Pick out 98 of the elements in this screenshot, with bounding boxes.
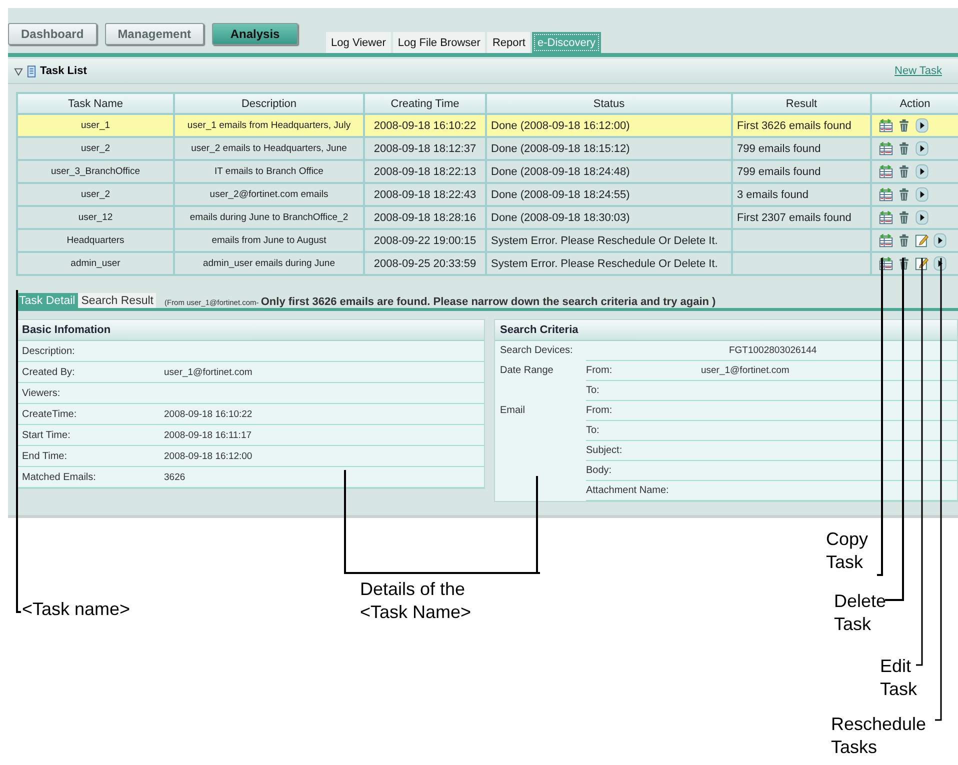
field-label: End Time: (22, 450, 68, 462)
play-icon[interactable] (915, 118, 929, 133)
collapse-icon[interactable] (14, 66, 23, 76)
table-cell: emails from June to August (212, 235, 326, 246)
field-label: Matched Emails: (22, 472, 97, 482)
detail-tab[interactable]: Search Result (78, 293, 156, 308)
field-label: From: (586, 405, 614, 416)
sub-tab[interactable]: Log File Browser (392, 32, 486, 53)
table-cell: Done (2008-09-18 18:24:55) (491, 188, 630, 200)
field-label: Description: (22, 346, 76, 356)
field-label: CreateTime: (22, 408, 78, 420)
table-cell: 2008-09-25 20:33:59 (374, 258, 476, 270)
task-row[interactable]: user_1 user_1 emails from Headquarters, July 2008-09-18 16:10:22 Done (2008-09-18 16:12:00) First 3626 emails found (16, 115, 958, 138)
field-label: Created By: (22, 366, 76, 378)
play-icon[interactable] (915, 187, 929, 202)
column-header: Creating Time (363, 94, 485, 113)
task-row[interactable]: user_12 emails during June to BranchOffice_2 2008-09-18 18:28:16 Done (2008-09-18 18:30:03) First 2307 emails found (16, 207, 958, 230)
table-cell: Done (2008-09-18 18:24:48) (491, 166, 630, 178)
field-value: user_1@fortinet.com (164, 366, 252, 378)
field-label: Viewers: (22, 388, 62, 398)
table-cell: 2008-09-18 16:10:22 (374, 120, 476, 132)
field-label: Email (500, 405, 525, 416)
annotation-label: Delete Task (834, 590, 886, 636)
document-icon (27, 64, 36, 78)
play-icon[interactable] (933, 233, 947, 248)
task-row[interactable]: user_2 user_2 emails to Headquarters, June 2008-09-18 18:12:37 Done (2008-09-18 18:15:12) 799 emails found (16, 138, 958, 161)
table-cell: 799 emails found (737, 166, 821, 178)
field-label: Subject: (586, 445, 624, 456)
table-cell: 2008-09-18 18:22:13 (374, 166, 476, 178)
table-cell: user_1 (80, 120, 110, 131)
field-label: To: (586, 425, 600, 436)
nav-tab[interactable]: Dashboard (8, 23, 97, 45)
table-cell: Done (2008-09-18 16:12:00) (491, 120, 630, 132)
table-cell: First 2307 emails found (737, 212, 852, 224)
field-value: FGT1002803026144 (728, 345, 817, 356)
field-value: 2008-09-18 16:11:17 (164, 430, 252, 440)
task-row[interactable]: user_2 user_2@fortinet.com emails 2008-09-18 18:22:43 Done (2008-09-18 18:24:55) 3 emails found (16, 184, 958, 207)
table-cell: Done (2008-09-18 18:15:12) (491, 142, 630, 154)
table-cell: 2008-09-18 18:22:43 (374, 188, 476, 200)
table-cell: System Error. Please Reschedule Or Delete It. (491, 258, 718, 270)
annotation-label: <Task name> (22, 598, 130, 621)
table-cell: Headquarters (66, 235, 124, 246)
column-header: Action (870, 94, 958, 113)
field-label: Date Range (500, 365, 554, 376)
table-cell: 2008-09-22 19:00:15 (374, 234, 476, 246)
task-row[interactable]: Headquarters emails from June to August 2008-09-22 19:00:15 System Error. Please Reschedule Or Delete It. (16, 230, 958, 253)
column-header: Result (731, 94, 870, 113)
table-cell: user_2@fortinet.com emails (210, 189, 328, 200)
table-cell: 799 emails found (737, 142, 821, 154)
table-cell: user_3_BranchOffice (50, 166, 140, 177)
panel-header: Basic Infomation (17, 320, 484, 341)
play-icon[interactable] (915, 141, 929, 156)
column-header: Task Name (16, 94, 173, 113)
play-icon[interactable] (933, 256, 947, 271)
table-cell: IT emails to Branch Office (214, 166, 324, 177)
field-label: Start Time: (22, 430, 72, 440)
field-value: 2008-09-18 16:12:00 (164, 450, 252, 462)
annotation-label: Edit Task (880, 655, 918, 701)
field-label: From: (586, 365, 614, 376)
field-label: Search Devices: (500, 345, 573, 356)
field-value: 2008-09-18 16:10:22 (164, 408, 252, 420)
task-row[interactable]: user_3_BranchOffice IT emails to Branch Office 2008-09-18 18:22:13 Done (2008-09-18 18:24:48) 799 emails found (16, 161, 958, 184)
table-cell: emails during June to BranchOffice_2 (190, 212, 348, 223)
copy-icon[interactable] (879, 256, 893, 271)
column-header: Description (173, 94, 363, 113)
play-icon[interactable] (915, 164, 929, 179)
sub-tab[interactable]: Log Viewer (326, 32, 391, 53)
table-cell: 2008-09-18 18:28:16 (374, 212, 476, 224)
column-header: Status (485, 94, 731, 113)
trash-icon[interactable] (897, 256, 911, 271)
table-cell: admin_user emails during June (202, 258, 336, 269)
table-cell: user_1 emails from Headquarters, July (187, 120, 351, 131)
field-value: user_1@fortinet.com (700, 365, 790, 376)
table-cell: user_2 (80, 143, 110, 154)
table-cell: 2008-09-18 18:12:37 (374, 142, 476, 154)
section-title: Task List (40, 65, 87, 77)
field-label: Attachment Name: (586, 485, 670, 496)
play-icon[interactable] (915, 210, 929, 225)
table-cell: System Error. Please Reschedule Or Delete It. (491, 234, 718, 246)
task-row[interactable]: admin_user admin_user emails during June 2008-09-25 20:33:59 System Error. Please Reschedule Or Delete It. (16, 253, 958, 276)
field-value: 3626 (164, 472, 186, 482)
table-cell: First 3626 emails found (737, 120, 852, 132)
table-cell: user_2 (80, 189, 110, 200)
nav-tab[interactable]: Management (104, 23, 204, 45)
sub-tab[interactable]: Report (487, 32, 530, 53)
field-label: To: (586, 385, 600, 396)
table-cell: Done (2008-09-18 18:30:03) (491, 212, 630, 224)
table-cell: user_12 (78, 212, 113, 223)
annotation-label: Copy Task (826, 528, 868, 574)
nav-tab[interactable]: Analysis (212, 23, 298, 45)
field-label: Body: (586, 465, 613, 476)
table-cell: admin_user (70, 258, 120, 269)
annotation-label: Reschedule Tasks (831, 713, 926, 759)
panel-header: Search Criteria (494, 320, 957, 341)
pencil-icon[interactable] (915, 233, 929, 248)
table-cell: user_2 emails to Headquarters, June (191, 143, 347, 154)
annotation-label: Details of the <Task Name> (360, 578, 472, 624)
table-cell: 3 emails found (737, 188, 809, 200)
